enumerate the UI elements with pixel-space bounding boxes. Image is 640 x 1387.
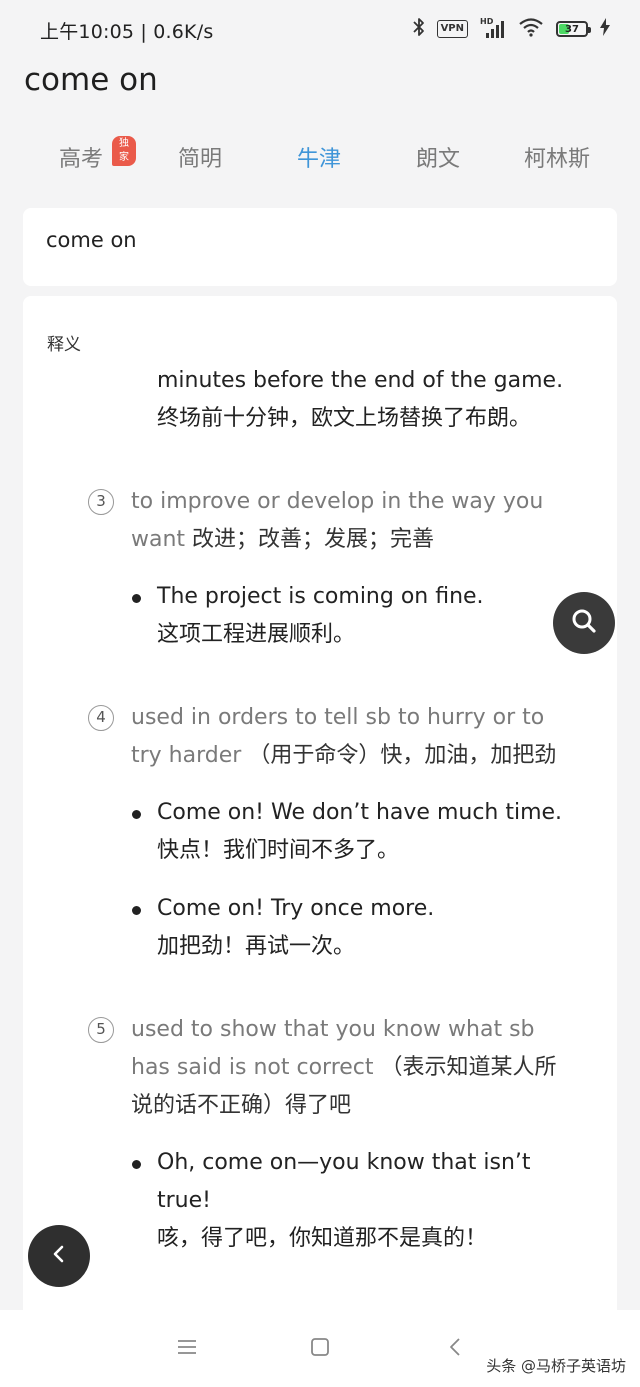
tab-jianming[interactable]: 简明	[145, 140, 255, 184]
watermark: 头条 @马桥子英语坊	[486, 1357, 626, 1375]
search-icon	[569, 606, 599, 640]
nav-back-button[interactable]	[440, 1334, 470, 1364]
tab-label: 柯林斯	[523, 147, 590, 172]
example-en: Oh, come on—you know that isn’t	[157, 1150, 531, 1175]
chevron-left-icon	[49, 1242, 69, 1270]
tab-longman[interactable]: 朗文	[383, 140, 493, 184]
example-zh: 这项工程进展顺利。	[157, 622, 356, 647]
example-zh: 快点！我们时间不多了。	[157, 838, 400, 863]
battery-indicator: 37	[556, 21, 591, 37]
example-zh: 加把劲！再试一次。	[157, 934, 356, 959]
example-en: true!	[157, 1188, 211, 1213]
nav-menu-button[interactable]	[172, 1334, 202, 1364]
sense-definition-line: has said is not correct （表示知道某人所	[131, 1049, 557, 1087]
page-title: come on	[24, 62, 158, 98]
sense-definition-zh: （用于命令）快，加油，加把劲	[248, 743, 557, 768]
tab-gaokao[interactable]: 高考 独家	[26, 136, 136, 184]
tab-oxford[interactable]: 牛津	[264, 140, 374, 184]
search-card	[23, 208, 617, 286]
sense-definition-en: want	[131, 527, 186, 552]
sense-number: 4	[88, 705, 114, 731]
back-icon	[447, 1336, 463, 1362]
bullet	[132, 906, 141, 915]
sense-definition-en: try harder	[131, 743, 242, 768]
bullet	[132, 810, 141, 819]
dictionary-tabs: 高考 独家 简明 牛津 朗文 柯林斯	[22, 136, 618, 184]
sense-definition-line: want 改进；改善；发展；完善	[131, 521, 434, 559]
search-button[interactable]	[553, 592, 615, 654]
bullet	[132, 1160, 141, 1169]
menu-icon	[176, 1337, 198, 1361]
sense-definition-en: used to show that you know what sb	[131, 1017, 535, 1042]
example-zh: 咳，得了吧，你知道那不是真的！	[157, 1226, 488, 1251]
tab-label: 牛津	[296, 147, 341, 172]
tab-label: 高考	[58, 147, 103, 172]
sense-number: 5	[88, 1017, 114, 1043]
example-en: Come on! Try once more.	[157, 896, 435, 921]
back-button[interactable]	[28, 1225, 90, 1287]
search-input[interactable]	[46, 228, 586, 252]
vpn-badge: VPN	[436, 20, 468, 38]
sense-definition-zh: 改进；改善；发展；完善	[192, 527, 435, 552]
home-icon	[309, 1336, 331, 1362]
sense-definition-zh: （表示知道某人所	[380, 1055, 557, 1080]
battery-level: 37	[565, 23, 579, 35]
sense-definition-en: used in orders to tell sb to hurry or to	[131, 705, 545, 730]
example-zh: 终场前十分钟，欧文上场替换了布朗。	[157, 406, 532, 431]
status-time-speed: 上午10:05 | 0.6K/s	[40, 21, 214, 43]
sense-number: 3	[88, 489, 114, 515]
tab-label: 简明	[177, 147, 222, 172]
status-bar: 上午10:05 | 0.6K/s VPN HD 37	[0, 0, 640, 56]
exclusive-badge: 独家	[112, 136, 136, 166]
signal-icon: HD	[480, 17, 506, 39]
sense-definition-en: has said is not correct	[131, 1055, 374, 1080]
bluetooth-icon	[412, 17, 425, 41]
wifi-icon	[518, 17, 544, 41]
bullet	[132, 594, 141, 603]
sense-definition-zh: 说的话不正确）得了吧	[131, 1093, 352, 1118]
status-icons: VPN HD 37	[412, 16, 610, 42]
sense-definition-line: try harder （用于命令）快，加油，加把劲	[131, 737, 556, 775]
example-en: The project is coming on fine.	[157, 584, 484, 609]
nav-home-button[interactable]	[305, 1334, 335, 1364]
section-label: 释义	[47, 335, 81, 355]
tab-collins[interactable]: 柯林斯	[502, 140, 612, 184]
charging-icon	[600, 18, 610, 40]
definition-card: 释义 minutes before the end of the game. 终…	[23, 296, 617, 1310]
example-en: minutes before the end of the game.	[157, 368, 564, 393]
sense-definition-en: to improve or develop in the way you	[131, 489, 544, 514]
example-en: Come on! We don’t have much time.	[157, 800, 563, 825]
tab-label: 朗文	[415, 147, 460, 172]
